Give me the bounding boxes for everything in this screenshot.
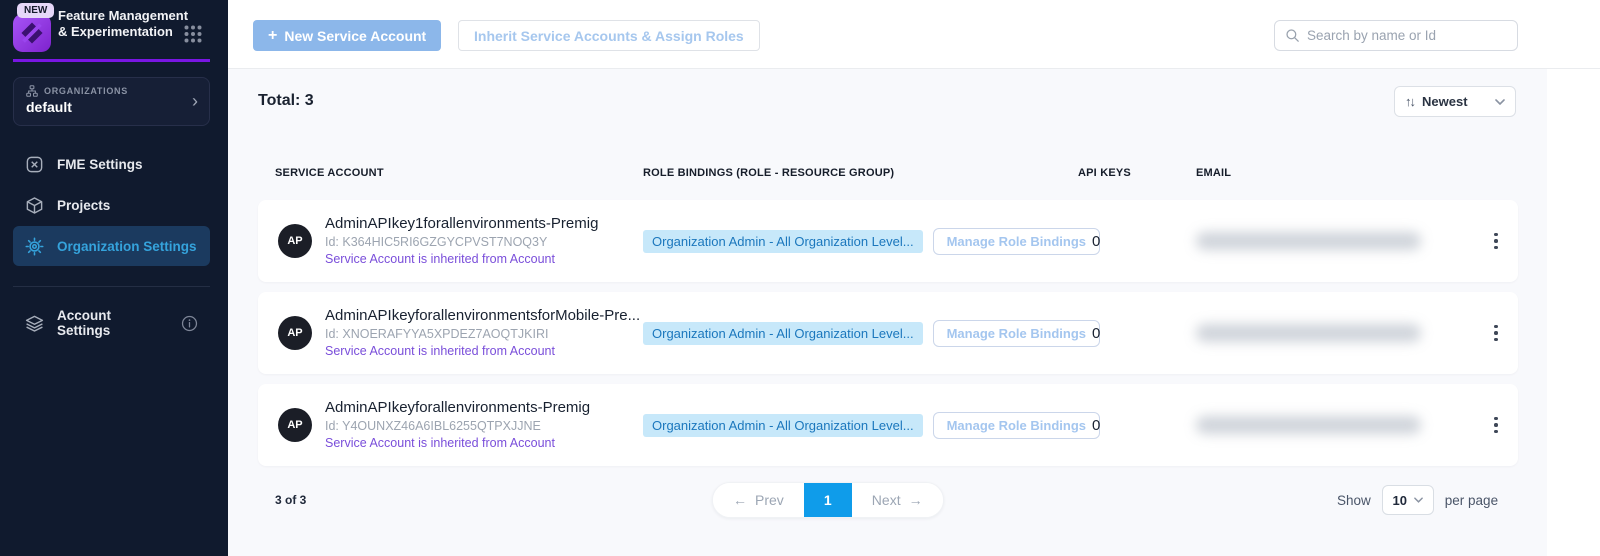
search-icon: [1285, 28, 1300, 43]
sidebar-item-label: Projects: [57, 198, 110, 213]
kebab-menu-icon[interactable]: [1482, 227, 1510, 255]
arrow-left-icon: ←: [733, 492, 747, 508]
search-box: [1274, 20, 1518, 51]
organization-name: default: [26, 99, 199, 115]
column-header-email: EMAIL: [1196, 167, 1474, 179]
email-redacted: [1196, 324, 1421, 342]
chevron-down-icon: [1414, 497, 1423, 503]
table-header-row: SERVICE ACCOUNT ROLE BINDINGS (ROLE - RE…: [258, 167, 1518, 179]
column-header-service-account: SERVICE ACCOUNT: [275, 167, 643, 179]
table-rows: AP AdminAPIkey1forallenvironments-Premig…: [258, 200, 1518, 466]
brand-divider: [13, 59, 210, 62]
table-row: AP AdminAPIkeyforallenvironmentsforMobil…: [258, 292, 1518, 374]
main-content: Total: 3 ↑↓ Newest SERVICE ACCOUNT ROLE …: [228, 69, 1547, 556]
prev-page-button[interactable]: ← Prev: [713, 483, 804, 517]
sidebar-nav: FME Settings Projects: [13, 144, 210, 344]
fme-settings-icon: [25, 155, 44, 174]
role-binding-badge[interactable]: Organization Admin - All Organization Le…: [643, 230, 923, 253]
layers-icon: [25, 314, 44, 333]
role-binding-badge[interactable]: Organization Admin - All Organization Le…: [643, 322, 923, 345]
new-badge: NEW: [17, 3, 54, 18]
manage-role-bindings-button[interactable]: Manage Role Bindings: [933, 320, 1100, 347]
manage-role-bindings-button[interactable]: Manage Role Bindings: [933, 228, 1100, 255]
info-icon[interactable]: [181, 315, 198, 332]
inherited-note: Service Account is inherited from Accoun…: [325, 435, 590, 452]
pagination: ← Prev 1 Next →: [712, 482, 944, 518]
inherit-service-accounts-button[interactable]: Inherit Service Accounts & Assign Roles: [458, 20, 760, 51]
page-number-button[interactable]: 1: [804, 483, 852, 517]
gear-icon: [25, 237, 44, 256]
role-binding-badge[interactable]: Organization Admin - All Organization Le…: [643, 414, 923, 437]
email-redacted: [1196, 416, 1421, 434]
result-count: 3 of 3: [275, 493, 306, 507]
org-hierarchy-icon: [26, 85, 38, 97]
app-logo-icon: [13, 14, 51, 52]
plus-icon: +: [268, 28, 277, 44]
avatar: AP: [278, 408, 312, 442]
apps-grid-icon[interactable]: [184, 25, 202, 43]
sort-value: Newest: [1422, 94, 1487, 109]
scroll-gutter: [1547, 69, 1600, 556]
chevron-down-icon: [1495, 99, 1505, 105]
inherited-note: Service Account is inherited from Accoun…: [325, 251, 598, 268]
column-header-api-keys: API KEYS: [1078, 167, 1196, 179]
avatar: AP: [278, 224, 312, 258]
sidebar-item-label: Account Settings: [57, 308, 155, 338]
sidebar-divider: [13, 286, 210, 287]
organization-selector[interactable]: ORGANIZATIONS default ›: [13, 77, 210, 126]
inherited-note: Service Account is inherited from Accoun…: [325, 343, 640, 360]
page-size-group: Show 10 per page: [1337, 485, 1498, 515]
arrow-right-icon: →: [909, 492, 923, 508]
service-account-id: Id: XNOERAFYYA5XPDEZ7AOQTJKIRI: [325, 326, 640, 343]
avatar: AP: [278, 316, 312, 350]
api-keys-count: 0: [1078, 417, 1196, 434]
search-input[interactable]: [1307, 28, 1507, 43]
sidebar-item-fme-settings[interactable]: FME Settings: [13, 144, 210, 184]
organizations-label: ORGANIZATIONS: [44, 86, 128, 96]
kebab-menu-icon[interactable]: [1482, 319, 1510, 347]
api-keys-count: 0: [1078, 325, 1196, 342]
service-account-id: Id: Y4OUNXZ46A6IBL6255QTPXJJNE: [325, 418, 590, 435]
new-service-account-button[interactable]: + New Service Account: [253, 20, 441, 51]
email-redacted: [1196, 232, 1421, 250]
sidebar-item-account-settings[interactable]: Account Settings: [13, 303, 210, 343]
table-row: AP AdminAPIkeyforallenvironments-Premig …: [258, 384, 1518, 466]
app-window: NEW Feature Management & Experimentation: [0, 0, 1600, 556]
service-account-name: AdminAPIkeyforallenvironmentsforMobile-P…: [325, 306, 640, 326]
column-header-role-bindings: ROLE BINDINGS (ROLE - RESOURCE GROUP): [643, 167, 1078, 179]
sidebar-item-label: FME Settings: [57, 157, 143, 172]
sidebar-item-organization-settings[interactable]: Organization Settings: [13, 226, 210, 266]
total-count: Total: 3: [258, 92, 314, 110]
manage-role-bindings-button[interactable]: Manage Role Bindings: [933, 412, 1100, 439]
service-account-id: Id: K364HIC5RI6GZGYCPVST7NOQ3Y: [325, 234, 598, 251]
sort-arrows-icon: ↑↓: [1405, 94, 1414, 109]
service-account-name: AdminAPIkeyforallenvironments-Premig: [325, 398, 590, 418]
next-page-button[interactable]: Next →: [852, 483, 943, 517]
chevron-right-icon: ›: [192, 92, 198, 110]
sort-dropdown[interactable]: ↑↓ Newest: [1394, 86, 1516, 117]
sidebar-item-label: Organization Settings: [57, 239, 197, 254]
page-size-select[interactable]: 10: [1382, 485, 1434, 515]
table-row: AP AdminAPIkey1forallenvironments-Premig…: [258, 200, 1518, 282]
sidebar-item-projects[interactable]: Projects: [13, 185, 210, 225]
per-page-label: per page: [1445, 493, 1498, 508]
app-title: Feature Management & Experimentation: [58, 8, 190, 39]
sidebar: NEW Feature Management & Experimentation: [0, 0, 228, 556]
service-account-name: AdminAPIkey1forallenvironments-Premig: [325, 214, 598, 234]
kebab-menu-icon[interactable]: [1482, 411, 1510, 439]
topbar: + New Service Account Inherit Service Ac…: [228, 0, 1600, 69]
api-keys-count: 0: [1078, 233, 1196, 250]
cube-icon: [25, 196, 44, 215]
show-label: Show: [1337, 493, 1371, 508]
